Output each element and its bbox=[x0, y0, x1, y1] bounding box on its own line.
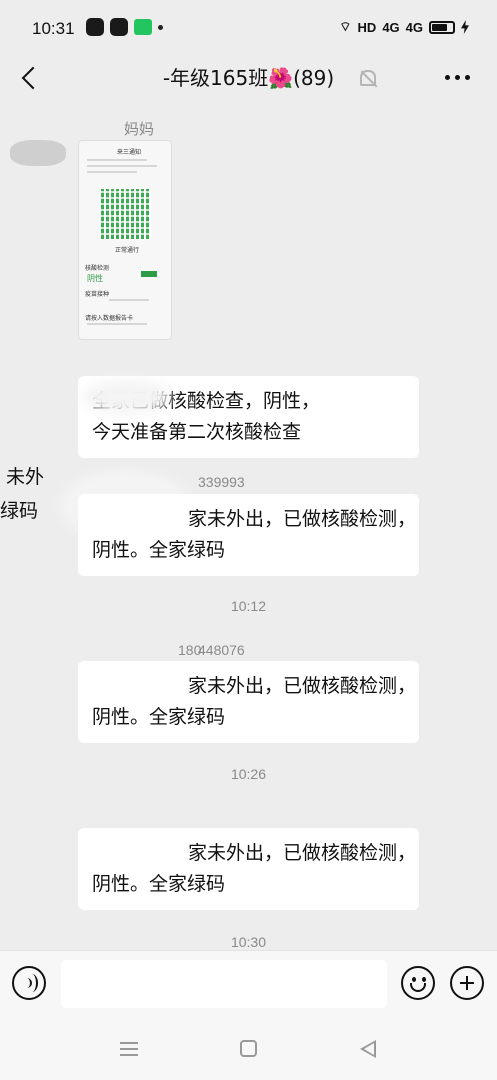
mute-icon bbox=[360, 70, 376, 86]
avatar[interactable] bbox=[10, 140, 66, 166]
image-text-line bbox=[87, 323, 147, 325]
image-header-text: 来三通知 bbox=[117, 149, 142, 156]
image-text-line bbox=[87, 171, 137, 173]
cropped-message-text: 未外 bbox=[6, 466, 45, 488]
result-label: 核酸检测 bbox=[85, 265, 110, 272]
wechat-notification-icon bbox=[134, 19, 152, 35]
more-notifications-icon bbox=[158, 24, 163, 30]
status-bar: 10:31 ⌔ HD 4G 4G bbox=[0, 0, 497, 56]
input-bar bbox=[0, 950, 497, 1018]
result-badge bbox=[141, 271, 157, 277]
chat-header: -年级165班🌺(89) bbox=[0, 56, 497, 100]
code-status-text: 正常通行 bbox=[115, 247, 140, 254]
wifi-icon: ⌔ bbox=[339, 19, 352, 34]
message-text: 阴性。全家绿码 bbox=[92, 706, 226, 728]
message-input[interactable] bbox=[61, 960, 387, 1008]
vaccine-label: 疫苗接种 bbox=[85, 291, 110, 298]
battery-icon bbox=[429, 20, 455, 34]
back-nav-icon[interactable] bbox=[360, 1040, 377, 1058]
status-system-icons: ⌔ HD 4G 4G bbox=[339, 19, 469, 35]
image-text-line bbox=[87, 165, 157, 167]
image-message[interactable]: 来三通知 正常通行 核酸检测 阴性 疫苗接种 请按入数据报告卡 bbox=[78, 140, 172, 340]
voice-button[interactable] bbox=[12, 966, 46, 1000]
image-text-line bbox=[109, 299, 149, 301]
message-bubble[interactable]: 家未外出，已做核酸检测， 阴性。全家绿码 bbox=[78, 661, 419, 743]
status-time: 10:31 bbox=[32, 19, 75, 38]
status-notification-icons bbox=[86, 18, 163, 36]
system-nav-bar bbox=[0, 1018, 497, 1080]
signal-1-label: 4G bbox=[382, 19, 400, 35]
emoji-mouth bbox=[410, 983, 426, 992]
plus-button[interactable] bbox=[450, 966, 484, 1000]
network-label: HD bbox=[357, 19, 377, 35]
timestamp: 10:30 bbox=[230, 934, 267, 950]
app-notification-icon bbox=[110, 18, 128, 36]
timestamp: 10:12 bbox=[230, 598, 267, 614]
timestamp: 10:26 bbox=[230, 766, 267, 782]
emoji-eye bbox=[412, 977, 416, 982]
message-text: 家未外出，已做核酸检测， bbox=[188, 675, 417, 697]
image-text-line bbox=[87, 159, 147, 161]
result-value: 阴性 bbox=[87, 274, 103, 283]
group-name: -年级165班 bbox=[162, 66, 269, 90]
member-count: (89) bbox=[293, 66, 335, 90]
sender-name: 448076 bbox=[198, 642, 245, 658]
redaction-patch bbox=[82, 380, 172, 414]
more-button[interactable] bbox=[445, 70, 471, 84]
qr-pattern bbox=[101, 189, 151, 239]
charging-icon bbox=[461, 20, 469, 34]
sender-name: 妈妈 bbox=[124, 120, 155, 138]
message-bubble[interactable]: 家未外出，已做核酸检测， 阴性。全家绿码 bbox=[78, 494, 419, 576]
message-text: 家未外出，已做核酸检测， bbox=[188, 842, 417, 864]
sender-name: 339993 bbox=[198, 474, 245, 490]
app-notification-icon bbox=[86, 18, 104, 36]
cropped-message-text: 绿码 bbox=[0, 500, 39, 522]
emoji-button[interactable] bbox=[401, 966, 435, 1000]
emoji-eye bbox=[422, 977, 426, 982]
signal-2-label: 4G bbox=[405, 19, 423, 35]
home-icon[interactable] bbox=[240, 1040, 257, 1057]
message-text: 阴性。全家绿码 bbox=[92, 539, 226, 561]
hibiscus-icon: 🌺 bbox=[268, 66, 294, 90]
recent-apps-icon[interactable] bbox=[120, 1042, 138, 1056]
message-text: 阴性。全家绿码 bbox=[92, 873, 226, 895]
travel-label: 请按入数据报告卡 bbox=[85, 315, 134, 322]
message-text: 家未外出，已做核酸检测， bbox=[188, 508, 417, 530]
message-list[interactable]: 妈妈 来三通知 正常通行 核酸检测 阴性 疫苗接种 请按入数据报告卡 全家已做核… bbox=[0, 100, 497, 950]
message-text: 今天准备第二次核酸检查 bbox=[92, 421, 302, 443]
chat-title: -年级165班🌺(89) bbox=[0, 62, 497, 91]
message-bubble[interactable]: 家未外出，已做核酸检测， 阴性。全家绿码 bbox=[78, 828, 419, 910]
